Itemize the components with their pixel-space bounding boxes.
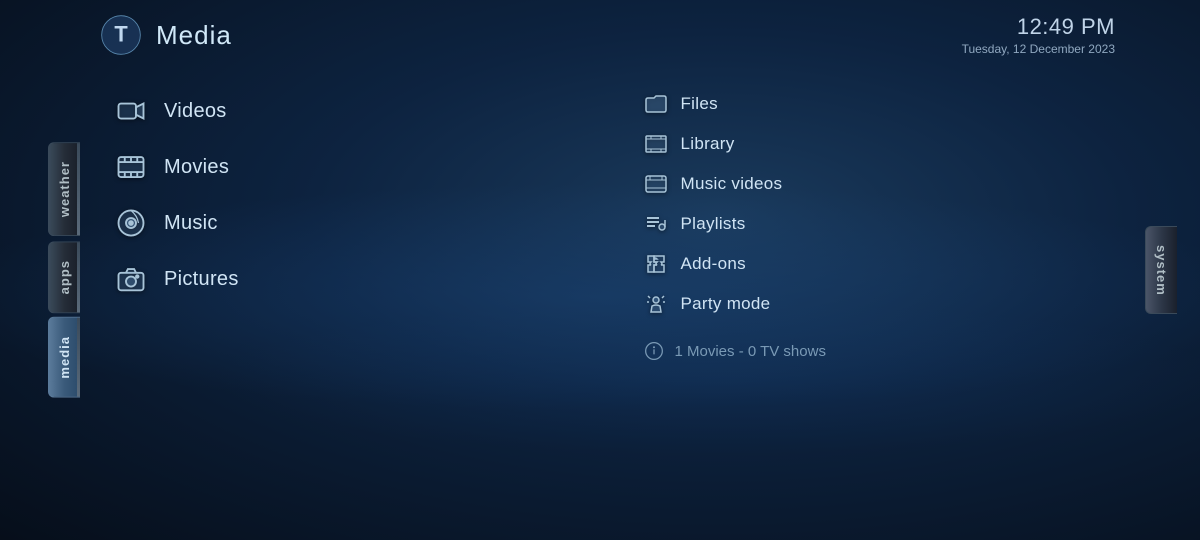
- sidebar-item-system[interactable]: system: [1145, 226, 1177, 315]
- puzzle-icon: [643, 251, 669, 277]
- menu-item-party-mode[interactable]: Party mode: [633, 286, 1126, 322]
- info-icon: [643, 340, 665, 362]
- menu-item-videos[interactable]: Videos: [100, 86, 593, 136]
- film-icon: [114, 150, 148, 184]
- svg-text:T: T: [114, 22, 128, 47]
- page-title: Media: [156, 20, 232, 51]
- menu-item-pictures[interactable]: Pictures: [100, 254, 593, 304]
- info-row: 1 Movies - 0 TV shows: [633, 334, 1126, 368]
- pictures-label: Pictures: [164, 268, 239, 291]
- video-camera-icon: [114, 94, 148, 128]
- sidebar-item-weather[interactable]: weather: [48, 142, 80, 236]
- tesla-logo-icon: T: [100, 14, 142, 56]
- header: T Media 12:49 PM Tuesday, 12 December 20…: [80, 0, 1145, 56]
- menu-area: Videos Movies: [80, 66, 1145, 368]
- music-disc-icon: [114, 206, 148, 240]
- library-label: Library: [681, 134, 735, 154]
- library-icon: [643, 131, 669, 157]
- camera-icon: [114, 262, 148, 296]
- menu-item-files[interactable]: Files: [633, 86, 1126, 122]
- files-label: Files: [681, 94, 718, 114]
- menu-item-movies[interactable]: Movies: [100, 142, 593, 192]
- playlist-icon: [643, 211, 669, 237]
- left-sidebar: weather apps media: [0, 0, 80, 540]
- music-videos-label: Music videos: [681, 174, 783, 194]
- clock-display: 12:49 PM: [962, 14, 1115, 40]
- menu-item-music[interactable]: Music: [100, 198, 593, 248]
- header-right: 12:49 PM Tuesday, 12 December 2023: [962, 14, 1115, 56]
- videos-label: Videos: [164, 100, 227, 123]
- movies-label: Movies: [164, 156, 229, 179]
- sidebar-item-media[interactable]: media: [48, 317, 80, 398]
- menu-item-addons[interactable]: Add-ons: [633, 246, 1126, 282]
- folder-icon: [643, 91, 669, 117]
- right-sidebar: system: [1145, 0, 1200, 540]
- menu-left: Videos Movies: [100, 86, 593, 368]
- addons-label: Add-ons: [681, 254, 746, 274]
- party-icon: [643, 291, 669, 317]
- menu-right: Files Library: [593, 86, 1126, 368]
- playlists-label: Playlists: [681, 214, 746, 234]
- library-info-text: 1 Movies - 0 TV shows: [675, 343, 826, 360]
- menu-item-library[interactable]: Library: [633, 126, 1126, 162]
- music-videos-icon: [643, 171, 669, 197]
- header-left: T Media: [100, 14, 232, 56]
- party-mode-label: Party mode: [681, 294, 771, 314]
- date-display: Tuesday, 12 December 2023: [962, 42, 1115, 56]
- sidebar-item-apps[interactable]: apps: [48, 241, 80, 313]
- menu-item-playlists[interactable]: Playlists: [633, 206, 1126, 242]
- music-label: Music: [164, 212, 218, 235]
- menu-item-music-videos[interactable]: Music videos: [633, 166, 1126, 202]
- main-content: T Media 12:49 PM Tuesday, 12 December 20…: [80, 0, 1145, 540]
